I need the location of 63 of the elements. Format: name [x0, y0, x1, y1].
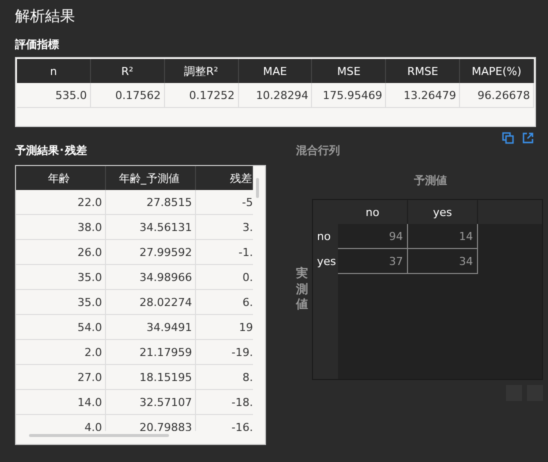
section-heading: 混合行列 — [296, 144, 341, 158]
matrix-cell: 14 — [408, 224, 478, 249]
table-cell-text: -18. — [230, 394, 253, 410]
table-cell: 38.0 — [16, 215, 106, 239]
page-title: 解析結果 — [15, 6, 76, 26]
table-cell: 26.0 — [16, 240, 106, 264]
table-cell: 22.0 — [16, 190, 106, 214]
table-cell: 34.9491 — [106, 315, 196, 339]
table-cell-text: 19 — [238, 320, 253, 336]
section-heading: 評価指標 — [15, 38, 60, 52]
table-cell: 13.26479 — [386, 83, 460, 107]
table-cell: 10.28294 — [238, 83, 312, 107]
table-cell: 27.8515 — [106, 190, 196, 214]
column-header: MAE — [238, 59, 312, 83]
axis-label: 実測値 — [296, 266, 308, 313]
table-cell: 54.0 — [16, 315, 106, 339]
table-cell: 34.56131 — [106, 215, 196, 239]
table-cell: 27.0 — [16, 365, 106, 389]
column-header: n — [17, 59, 91, 83]
column-header: RMSE — [386, 59, 460, 83]
table-cell: 535.0 — [17, 83, 91, 107]
table-cell: 0.17562 — [90, 83, 165, 107]
table-cell-text: 0. — [242, 270, 253, 286]
table-cell-text: -5 — [241, 194, 253, 210]
column-header: 年齢 — [16, 166, 106, 190]
column-header: 残差 — [196, 166, 253, 190]
table-cell: 35.0 — [16, 265, 106, 289]
matrix-cell: 94 — [338, 224, 408, 249]
section-heading: 予測結果･残差 — [15, 144, 88, 158]
table-cell: 96.26678 — [460, 83, 534, 107]
table-cell: 18.15195 — [106, 365, 196, 389]
column-header: 調整R² — [164, 59, 239, 83]
table-cell: 0.17252 — [164, 83, 239, 107]
copy-icon[interactable] — [502, 132, 514, 144]
table-cell-text: 6. — [242, 294, 253, 310]
table-cell: 21.17959 — [106, 340, 196, 364]
column-header: yes — [408, 200, 478, 224]
scrollbar[interactable] — [29, 434, 169, 437]
table-cell-text: -16. — [230, 420, 253, 431]
matrix-cell: 37 — [338, 249, 408, 274]
column-header: MSE — [312, 59, 386, 83]
row-header: yes — [313, 249, 338, 274]
column-header: 年齢_予測値 — [106, 166, 196, 190]
table-cell: 28.02274 — [106, 290, 196, 314]
column-header: R² — [90, 59, 165, 83]
scrollbar[interactable] — [256, 178, 259, 198]
table-cell: 14.0 — [16, 390, 106, 414]
table-cell: 2.0 — [16, 340, 106, 364]
external-link-icon[interactable] — [522, 132, 534, 144]
table-cell-text: 3. — [242, 220, 253, 236]
column-header: MAPE(%) — [460, 59, 534, 83]
table-cell: 34.98966 — [106, 265, 196, 289]
table-cell-text: -1. — [238, 244, 253, 260]
row-header: no — [313, 224, 338, 249]
table-cell: 32.57107 — [106, 390, 196, 414]
table-cell-text: 8. — [242, 370, 253, 386]
column-header: no — [338, 200, 408, 224]
table-cell: 35.0 — [16, 290, 106, 314]
axis-label: 予測値 — [413, 173, 448, 188]
table-cell: 175.95469 — [312, 83, 386, 107]
matrix-cell: 34 — [408, 249, 478, 274]
table-cell: 27.99592 — [106, 240, 196, 264]
table-cell-text: -19. — [230, 344, 253, 360]
